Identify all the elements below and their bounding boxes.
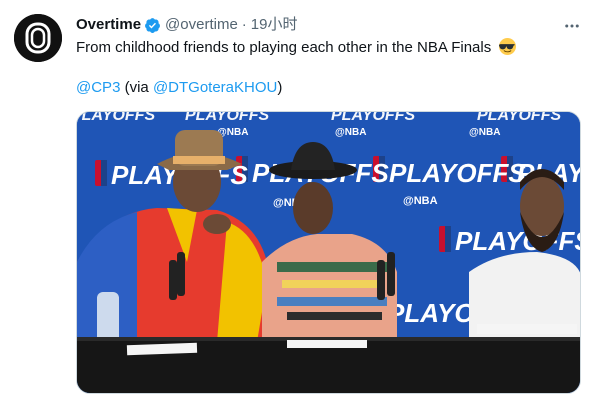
press-conference-scene: PLAYOFFS PLAYOFFS PLAYOFFS PLAYOFFS @NBA… <box>77 112 581 393</box>
header-separator: · <box>241 16 247 33</box>
more-options-button[interactable] <box>560 14 584 38</box>
backdrop-playoffs-text-2: PLAYOFFS <box>331 112 415 124</box>
backdrop-playoffs-text-3: PLAYOFFS <box>477 112 561 124</box>
backdrop-playoffs-text-1: PLAYOFFS <box>185 112 269 124</box>
sunglasses-face-emoji-icon <box>498 38 517 55</box>
verified-badge-icon <box>144 17 161 34</box>
backdrop-nba-tag-3: @NBA <box>403 195 438 207</box>
via-open-text: (via <box>120 79 153 96</box>
backdrop-nba-tag-1: @NBA <box>335 127 366 138</box>
backdrop-nba-tag-2: @NBA <box>469 127 500 138</box>
author-avatar[interactable] <box>14 14 62 62</box>
tweet-credits: @CP3 (via @DTGoteraKHOU) <box>76 78 282 98</box>
more-horizontal-icon <box>565 24 579 28</box>
tweet-text: From childhood friends to playing each o… <box>76 38 586 58</box>
tweet-body: From childhood friends to playing each o… <box>76 39 492 56</box>
overtime-logo-icon <box>14 14 62 62</box>
tweet-timestamp[interactable]: 19小时 <box>251 15 298 35</box>
backdrop-playoffs-text-6: PLAYOFFS <box>389 158 526 188</box>
tweet-header: Overtime @overtime · 19小时 <box>76 15 297 35</box>
backdrop-playoffs-text-8: PLAYOFFS <box>455 226 581 256</box>
author-name[interactable]: Overtime <box>76 15 141 35</box>
author-handle[interactable]: @overtime <box>165 15 238 35</box>
backdrop-playoffs-text-0: PLAYOFFS <box>77 112 155 124</box>
mention-link-dtgotera[interactable]: @DTGoteraKHOU <box>153 79 277 96</box>
mention-link-cp3[interactable]: @CP3 <box>76 79 120 96</box>
tweet-video-media[interactable]: PLAYOFFS PLAYOFFS PLAYOFFS PLAYOFFS @NBA… <box>76 111 581 394</box>
via-close-text: ) <box>277 79 283 96</box>
